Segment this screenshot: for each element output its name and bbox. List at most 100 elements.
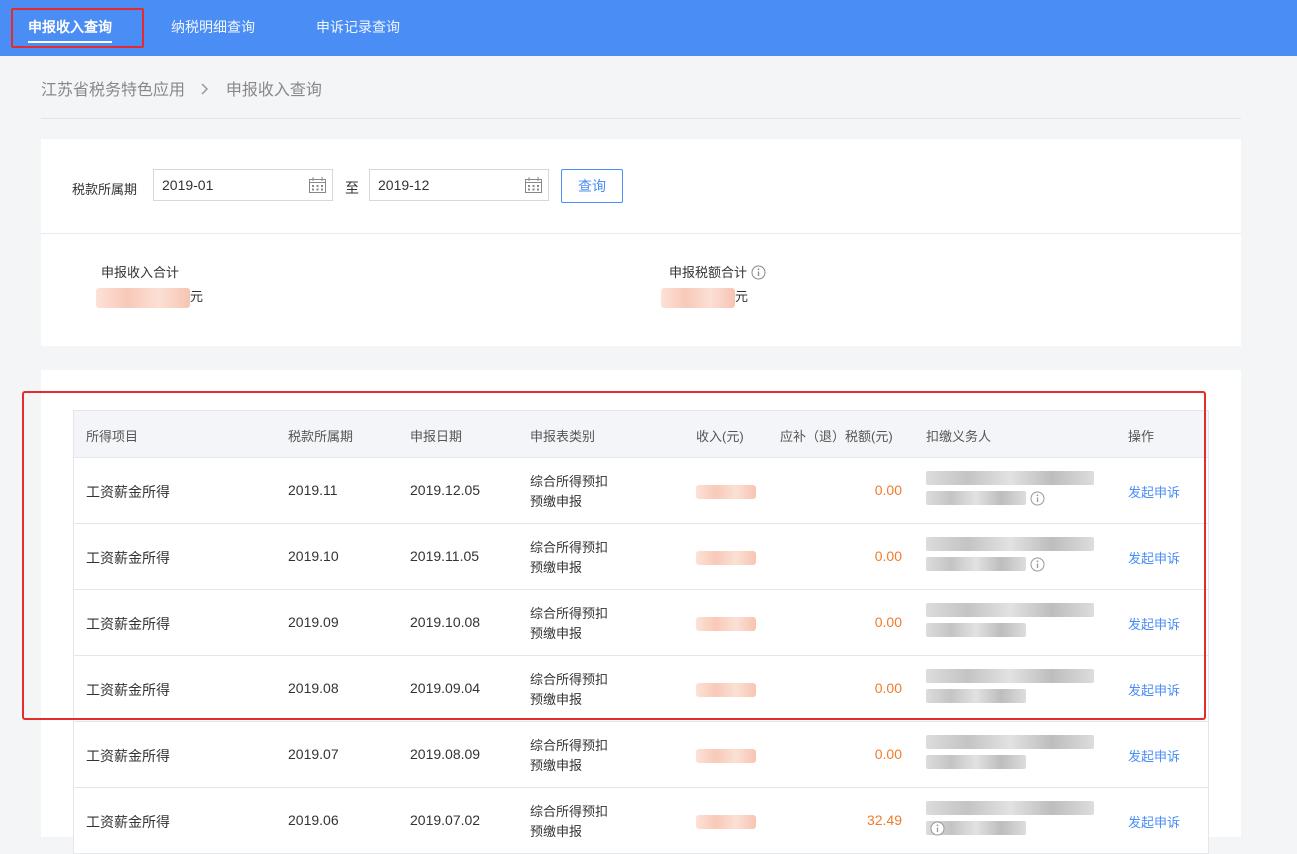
row-date: 2019.11.05 bbox=[410, 548, 480, 564]
table-row: 工资薪金所得 2019.06 2019.07.02 综合所得预扣 预缴申报 32.… bbox=[74, 788, 1208, 854]
row-income bbox=[696, 747, 756, 764]
row-tax: 0.00 bbox=[874, 746, 902, 762]
row-agent bbox=[926, 537, 1094, 577]
tax-unit: 元 bbox=[735, 289, 749, 304]
redacted-agent bbox=[926, 623, 1026, 637]
row-type-line1: 综合所得预扣 bbox=[530, 738, 609, 753]
calendar-icon[interactable] bbox=[309, 177, 326, 193]
row-date: 2019.10.08 bbox=[410, 614, 481, 630]
info-icon[interactable] bbox=[1030, 557, 1045, 572]
appeal-button[interactable]: 发起申诉 bbox=[1128, 548, 1180, 567]
row-income bbox=[696, 615, 756, 632]
row-type-line2: 预缴申报 bbox=[530, 494, 583, 509]
tax-total-label-text: 申报税额合计 bbox=[669, 265, 748, 280]
row-item: 工资薪金所得 bbox=[86, 550, 170, 566]
top-nav: 申报收入查询 纳税明细查询 申诉记录查询 bbox=[0, 0, 1297, 56]
table-header: 所得项目 税款所属期 申报日期 申报表类别 收入(元) 应补（退）税额(元) 扣… bbox=[74, 411, 1208, 458]
row-agent bbox=[926, 669, 1094, 709]
redacted-value bbox=[696, 749, 756, 764]
row-type-line1: 综合所得预扣 bbox=[530, 540, 609, 555]
table-row: 工资薪金所得 2019.09 2019.10.08 综合所得预扣 预缴申报 0.0… bbox=[74, 590, 1208, 656]
filter-panel: 税款所属期 2019-01 至 2019-12 查询 申报收入合计 元 申报税额… bbox=[41, 139, 1241, 346]
row-item: 工资薪金所得 bbox=[86, 814, 170, 830]
income-total-value: 元 bbox=[96, 286, 203, 308]
annotation-highlight-nav bbox=[11, 8, 144, 48]
end-date-value: 2019-12 bbox=[378, 177, 430, 193]
tab-tax-details[interactable]: 纳税明细查询 bbox=[171, 0, 255, 56]
row-tax: 32.49 bbox=[866, 812, 902, 828]
row-type-line2: 预缴申报 bbox=[530, 626, 583, 641]
start-date-input[interactable]: 2019-01 bbox=[153, 169, 333, 201]
income-unit: 元 bbox=[190, 289, 204, 304]
header-agent: 扣缴义务人 bbox=[926, 429, 992, 444]
income-total-label: 申报收入合计 bbox=[101, 262, 179, 281]
row-type-line1: 综合所得预扣 bbox=[530, 804, 609, 819]
redacted-value bbox=[96, 287, 190, 308]
row-date: 2019.07.02 bbox=[410, 812, 481, 828]
chevron-right-icon bbox=[201, 82, 209, 100]
row-period: 2019.06 bbox=[288, 812, 339, 828]
info-icon[interactable] bbox=[930, 821, 945, 836]
row-income bbox=[696, 813, 756, 830]
row-date: 2019.09.04 bbox=[410, 680, 481, 696]
row-type-line2: 预缴申报 bbox=[530, 560, 583, 575]
redacted-agent bbox=[926, 537, 1094, 551]
income-total-label-text: 申报收入合计 bbox=[101, 265, 180, 280]
redacted-value bbox=[661, 287, 735, 308]
row-income bbox=[696, 483, 756, 500]
row-tax: 0.00 bbox=[874, 680, 902, 696]
table-row: 工资薪金所得 2019.10 2019.11.05 综合所得预扣 预缴申报 0.0… bbox=[74, 524, 1208, 590]
appeal-button[interactable]: 发起申诉 bbox=[1128, 614, 1180, 633]
row-type-line2: 预缴申报 bbox=[530, 758, 583, 773]
row-type-line1: 综合所得预扣 bbox=[530, 474, 609, 489]
row-type: 综合所得预扣 预缴申报 bbox=[530, 604, 608, 644]
results-panel: 所得项目 税款所属期 申报日期 申报表类别 收入(元) 应补（退）税额(元) 扣… bbox=[41, 370, 1241, 854]
breadcrumb-current: 申报收入查询 bbox=[225, 82, 322, 99]
row-tax: 0.00 bbox=[874, 482, 902, 498]
appeal-button[interactable]: 发起申诉 bbox=[1128, 746, 1180, 765]
period-label: 税款所属期 bbox=[72, 182, 138, 197]
redacted-agent bbox=[926, 491, 1026, 505]
redacted-agent bbox=[926, 689, 1026, 703]
row-type: 综合所得预扣 预缴申报 bbox=[530, 670, 608, 710]
row-period: 2019.11 bbox=[288, 482, 338, 498]
calendar-icon[interactable] bbox=[525, 177, 542, 193]
row-type-line1: 综合所得预扣 bbox=[530, 606, 609, 621]
row-agent bbox=[926, 471, 1094, 511]
row-item: 工资薪金所得 bbox=[86, 616, 170, 632]
redacted-value bbox=[696, 683, 756, 698]
tab-appeal-records[interactable]: 申诉记录查询 bbox=[316, 0, 400, 56]
row-income bbox=[696, 549, 756, 566]
header-type: 申报表类别 bbox=[530, 429, 596, 444]
table-row: 工资薪金所得 2019.08 2019.09.04 综合所得预扣 预缴申报 0.0… bbox=[74, 656, 1208, 722]
redacted-value bbox=[696, 617, 756, 632]
row-item: 工资薪金所得 bbox=[86, 682, 170, 698]
redacted-agent bbox=[926, 801, 1094, 815]
divider bbox=[41, 118, 1241, 119]
row-period: 2019.09 bbox=[288, 614, 339, 630]
row-period: 2019.07 bbox=[288, 746, 339, 762]
redacted-agent bbox=[926, 557, 1026, 571]
tax-total-label: 申报税额合计 bbox=[669, 262, 766, 281]
header-date: 申报日期 bbox=[410, 429, 463, 444]
row-type-line2: 预缴申报 bbox=[530, 692, 583, 707]
appeal-button[interactable]: 发起申诉 bbox=[1128, 680, 1180, 699]
row-type-line1: 综合所得预扣 bbox=[530, 672, 609, 687]
row-type: 综合所得预扣 预缴申报 bbox=[530, 472, 608, 512]
end-date-input[interactable]: 2019-12 bbox=[369, 169, 549, 201]
info-icon[interactable] bbox=[751, 265, 766, 280]
appeal-button[interactable]: 发起申诉 bbox=[1128, 482, 1180, 501]
row-income bbox=[696, 681, 756, 698]
row-agent bbox=[926, 801, 1094, 841]
redacted-value bbox=[696, 551, 756, 566]
redacted-value bbox=[696, 485, 756, 500]
breadcrumb-root[interactable]: 江苏省税务特色应用 bbox=[41, 82, 185, 99]
header-action: 操作 bbox=[1128, 429, 1155, 444]
redacted-agent bbox=[926, 603, 1094, 617]
table-row: 工资薪金所得 2019.11 2019.12.05 综合所得预扣 预缴申报 0.0… bbox=[74, 458, 1208, 524]
to-label: 至 bbox=[345, 180, 359, 196]
info-icon[interactable] bbox=[1030, 491, 1045, 506]
query-button[interactable]: 查询 bbox=[561, 169, 623, 203]
row-item: 工资薪金所得 bbox=[86, 748, 170, 764]
appeal-button[interactable]: 发起申诉 bbox=[1128, 812, 1180, 831]
